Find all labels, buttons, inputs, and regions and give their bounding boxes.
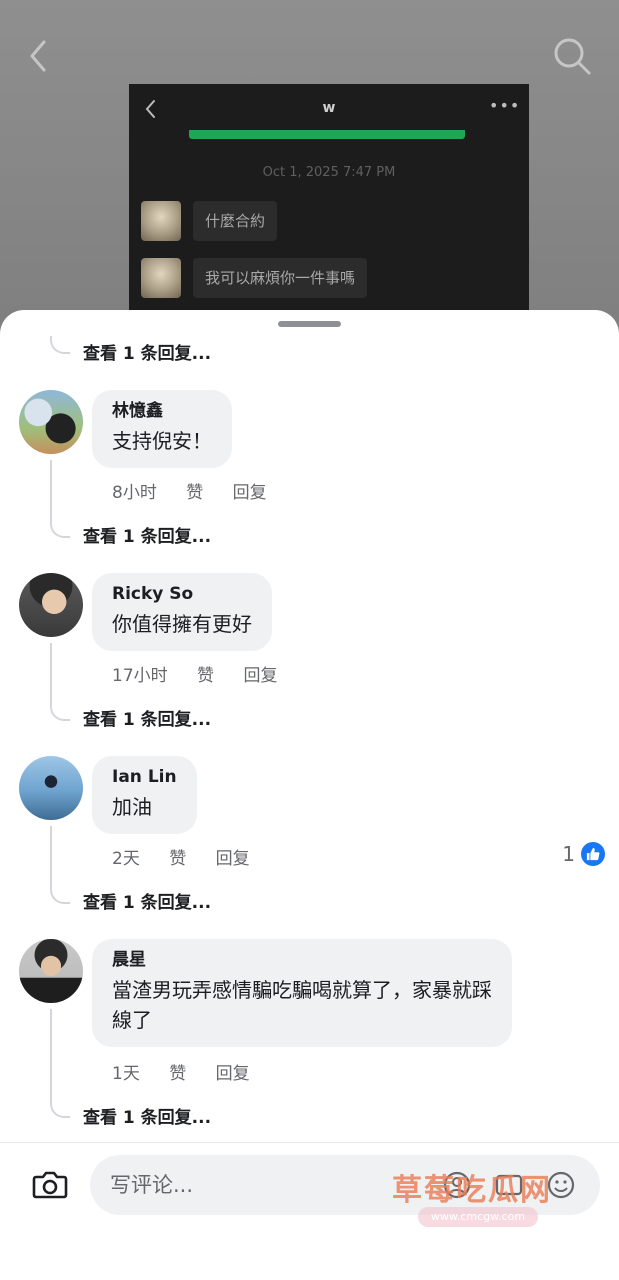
comment-text: 支持倪安！	[112, 429, 212, 453]
comment-bubble[interactable]: Ian Lin 加油	[92, 756, 197, 834]
comment-meta: 17小时 赞 回复	[112, 661, 301, 686]
comment-time: 17小时	[112, 666, 168, 686]
view-replies-link[interactable]: 查看 1 条回复...	[83, 888, 211, 913]
comment-time: 1天	[112, 1064, 140, 1084]
chat-timestamp: Oct 1, 2025 7:47 PM	[262, 165, 396, 180]
like-button[interactable]: 赞	[169, 1064, 186, 1084]
view-replies-link[interactable]: 查看 1 条回复...	[83, 339, 211, 364]
thread-line	[50, 643, 70, 721]
comment-bubble[interactable]: 林憶鑫 支持倪安！	[92, 390, 232, 468]
reaction-count: 1	[562, 842, 575, 866]
comment-meta: 8小时 赞 回复	[112, 478, 291, 503]
thread-line	[50, 336, 70, 354]
thread-line	[50, 1009, 70, 1118]
chat-title: w	[322, 100, 336, 116]
more-icon: •••	[489, 96, 521, 115]
chat-green-bar	[189, 130, 465, 139]
like-button[interactable]: 赞	[169, 849, 186, 869]
reply-button[interactable]: 回复	[243, 666, 277, 686]
comment-input[interactable]	[90, 1155, 400, 1215]
view-replies-link[interactable]: 查看 1 条回复...	[83, 705, 211, 730]
reply-button[interactable]: 回复	[216, 849, 250, 869]
search-icon[interactable]	[550, 34, 594, 78]
view-replies-link[interactable]: 查看 1 条回复...	[83, 522, 211, 547]
comment-bubble[interactable]: 晨星 當渣男玩弄感情騙吃騙喝就算了，家暴就踩 線了	[92, 939, 512, 1047]
reply-button[interactable]: 回复	[216, 1064, 250, 1084]
view-replies-link[interactable]: 查看 1 条回复...	[83, 1103, 211, 1128]
avatar[interactable]	[19, 756, 83, 820]
comment-text: 你值得擁有更好	[112, 612, 252, 636]
chat-avatar	[141, 201, 181, 241]
watermark-logo: 草莓吃瓜网	[392, 1173, 552, 1208]
comment-author[interactable]: Ricky So	[112, 583, 252, 605]
thread-line	[50, 826, 70, 904]
comment-text: 加油	[112, 795, 152, 819]
camera-icon[interactable]	[30, 1165, 70, 1205]
chat-message: 什麼合約	[193, 201, 278, 241]
post-background: w ••• Oct 1, 2025 7:47 PM 什麼合約 我可以麻煩你一件事…	[0, 0, 619, 360]
reaction-summary[interactable]: 1	[562, 842, 605, 866]
chat-screenshot: w ••• Oct 1, 2025 7:47 PM 什麼合約 我可以麻煩你一件事…	[129, 84, 529, 334]
avatar[interactable]	[19, 390, 83, 454]
avatar[interactable]	[19, 939, 83, 1003]
like-button[interactable]: 赞	[186, 483, 203, 503]
comment-author[interactable]: 晨星	[112, 949, 492, 971]
avatar[interactable]	[19, 573, 83, 637]
thread-line	[50, 460, 70, 538]
comment-meta: 2天 赞 回复	[112, 844, 274, 869]
comment-text-line: 線了	[112, 1008, 152, 1032]
reply-button[interactable]: 回复	[233, 483, 267, 503]
sheet-drag-handle[interactable]	[278, 321, 341, 327]
comment-time: 8小时	[112, 483, 157, 503]
chat-avatar	[141, 258, 181, 298]
like-button[interactable]: 赞	[197, 666, 214, 686]
comment-bubble[interactable]: Ricky So 你值得擁有更好	[92, 573, 272, 651]
comment-author[interactable]: 林憶鑫	[112, 400, 212, 422]
comments-sheet: 查看 1 条回复... 林憶鑫 支持倪安！ 8小时 赞 回复 查看 1 条回复.…	[0, 310, 619, 1280]
watermark-url: www.cmcgw.com	[418, 1207, 538, 1227]
comment-meta: 1天 赞 回复	[112, 1059, 274, 1084]
comment-time: 2天	[112, 849, 140, 869]
comment-text-line: 當渣男玩弄感情騙吃騙喝就算了，家暴就踩	[112, 978, 492, 1002]
comment-composer-bar: 草莓吃瓜网 www.cmcgw.com	[0, 1142, 619, 1280]
comment-author[interactable]: Ian Lin	[112, 766, 177, 788]
back-icon[interactable]	[24, 36, 52, 76]
chat-message: 我可以麻煩你一件事嗎	[193, 258, 368, 298]
like-reaction-icon	[581, 842, 605, 866]
